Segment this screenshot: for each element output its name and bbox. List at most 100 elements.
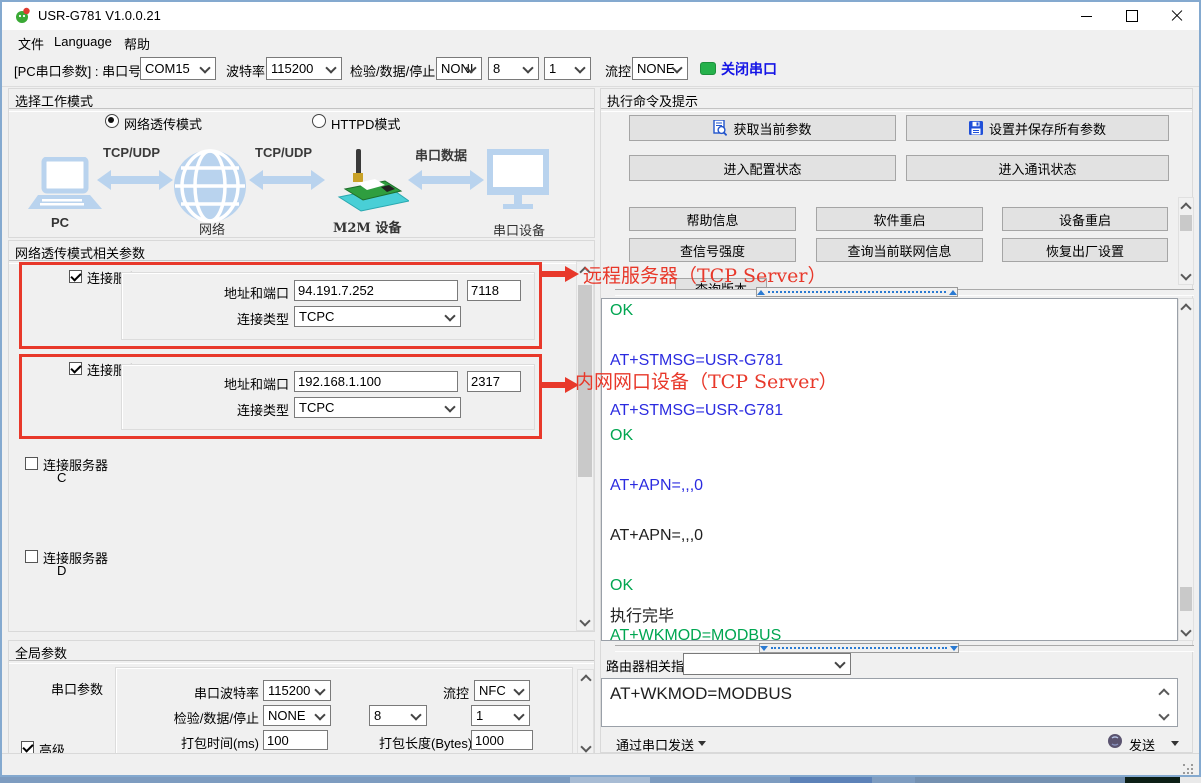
server-b-port-input[interactable]: 2317 <box>467 371 521 392</box>
scroll-up-icon[interactable] <box>1179 299 1193 315</box>
radio-transparent-mode[interactable] <box>105 114 119 128</box>
minimize-button[interactable] <box>1064 1 1109 31</box>
terminal-line: AT+APN=,,,0 <box>610 527 703 545</box>
scrollbar-thumb[interactable] <box>1180 215 1192 231</box>
scroll-down-icon[interactable] <box>1158 709 1169 720</box>
network-info-button[interactable]: 查询当前联网信息 <box>816 238 983 262</box>
dropdown-arrow-icon[interactable] <box>1171 741 1179 746</box>
triangle-up-icon <box>757 290 765 295</box>
save-params-button[interactable]: 设置并保存所有参数 <box>906 115 1169 141</box>
global-baud-select[interactable]: 115200 <box>263 680 331 701</box>
global-params-panel: 全局参数 串口参数 串口波特率 115200 流控 NFC 检验/数据/停止 N… <box>8 640 595 763</box>
help-info-button[interactable]: 帮助信息 <box>629 207 796 231</box>
close-serial-button[interactable]: 关闭串口 <box>721 59 777 79</box>
scroll-down-icon[interactable] <box>1179 268 1193 284</box>
left-right-arrow-icon <box>407 167 485 193</box>
send-sound-icon <box>1107 733 1123 749</box>
global-params-scrollbar[interactable] <box>577 669 594 757</box>
serial-open-status-icon <box>700 62 716 75</box>
scroll-up-icon[interactable] <box>1158 688 1169 699</box>
maximize-button[interactable] <box>1109 1 1154 31</box>
scrollbar-thumb[interactable] <box>1180 587 1192 611</box>
com-port-select[interactable]: COM15 <box>140 57 216 80</box>
terminal-line: OK <box>610 577 633 595</box>
signal-strength-button[interactable]: 查信号强度 <box>629 238 796 262</box>
scroll-up-icon[interactable] <box>578 670 593 686</box>
save-floppy-icon <box>969 121 983 135</box>
annotation-arrow-server-a <box>540 266 580 282</box>
data-bits-select[interactable]: 8 <box>488 57 539 80</box>
server-a-checkbox[interactable] <box>69 270 82 283</box>
command-buttons-scrollbar[interactable] <box>1178 197 1194 285</box>
serial-toolbar: [PC串口参数] : 串口号 COM15 波特率 115200 检验/数据/停止… <box>2 53 1199 87</box>
router-cmd-select[interactable] <box>683 653 851 675</box>
chevron-down-icon <box>513 709 524 720</box>
enter-config-button[interactable]: 进入配置状态 <box>629 155 896 181</box>
server-b-checkbox[interactable] <box>69 362 82 375</box>
pc-laptop-icon <box>24 157 102 215</box>
global-flow-select[interactable]: NFC <box>474 680 530 701</box>
parity-select[interactable]: NONI <box>436 57 482 80</box>
server-d-checkbox[interactable] <box>25 550 38 563</box>
menu-language[interactable]: Language <box>54 34 112 49</box>
chevron-down-icon <box>314 684 325 695</box>
scroll-down-icon[interactable] <box>1179 624 1193 640</box>
close-button[interactable] <box>1154 1 1199 31</box>
terminal-line: OK <box>610 302 633 320</box>
server-a-address-input[interactable]: 94.191.7.252 <box>294 280 458 301</box>
globe-network-icon <box>173 149 247 223</box>
radio-transparent-label[interactable]: 网络透传模式 <box>124 114 202 133</box>
radio-httpd-label[interactable]: HTTPD模式 <box>331 114 400 133</box>
at-command-terminal[interactable]: OK AT+STMSG=USR-G781 AT+STMSG=USR-G781 O… <box>601 298 1178 641</box>
scroll-up-icon[interactable] <box>1179 198 1193 214</box>
server-b-address-input[interactable]: 192.168.1.100 <box>294 371 458 392</box>
pack-len-label: 打包长度(Bytes) <box>379 733 469 752</box>
software-restart-button[interactable]: 软件重启 <box>816 207 983 231</box>
command-panel: 执行命令及提示 获取当前参数 设置并保存所有参数 进入配置状态 进入通讯状态 帮 <box>600 88 1193 753</box>
pc-node-label: PC <box>51 215 69 230</box>
chevron-down-icon <box>513 684 524 695</box>
send-button[interactable]: 发送 <box>1129 735 1155 754</box>
dropdown-arrow-icon[interactable] <box>698 741 706 746</box>
net-params-scrollbar[interactable] <box>576 261 594 631</box>
device-restart-button[interactable]: 设备重启 <box>1002 207 1168 231</box>
parity-data-stop-label: 检验/数据/停止 <box>350 61 435 80</box>
stop-bits-select[interactable]: 1 <box>544 57 591 80</box>
global-stop-bits-select[interactable]: 1 <box>471 705 530 726</box>
pack-len-input[interactable]: 1000 <box>471 730 533 750</box>
close-icon <box>1171 10 1183 22</box>
terminal-line: 执行完毕 <box>610 602 674 626</box>
server-b-type-select[interactable]: TCPC <box>294 397 461 418</box>
scrollbar-thumb[interactable] <box>578 285 592 477</box>
dotted-line <box>768 291 946 293</box>
global-parity-select[interactable]: NONE <box>263 705 331 726</box>
document-search-icon <box>713 120 727 136</box>
send-via-serial-button[interactable]: 通过串口发送 <box>616 735 694 754</box>
chevron-down-icon <box>325 62 336 73</box>
pack-time-input[interactable]: 100 <box>263 730 328 750</box>
minimize-icon <box>1081 16 1092 17</box>
server-a-type-select[interactable]: TCPC <box>294 306 461 327</box>
chevron-down-icon <box>574 62 585 73</box>
enter-comm-button[interactable]: 进入通讯状态 <box>906 155 1169 181</box>
splitter-handle[interactable] <box>756 287 958 297</box>
menu-help[interactable]: 帮助 <box>124 34 150 53</box>
radio-httpd-mode[interactable] <box>312 114 326 128</box>
chevron-down-icon <box>410 709 421 720</box>
factory-reset-button[interactable]: 恢复出厂设置 <box>1002 238 1168 262</box>
baud-select[interactable]: 115200 <box>266 57 342 80</box>
server-a-port-input[interactable]: 7118 <box>467 280 521 301</box>
splitter-handle[interactable] <box>759 643 959 653</box>
terminal-line: AT+STMSG=USR-G781 <box>610 402 783 420</box>
terminal-scrollbar[interactable] <box>1178 298 1194 641</box>
scroll-down-icon[interactable] <box>577 614 593 630</box>
flow-select[interactable]: NONE <box>632 57 688 80</box>
menu-file[interactable]: 文件 <box>18 34 44 53</box>
terminal-line: OK <box>610 427 633 445</box>
get-params-button[interactable]: 获取当前参数 <box>629 115 896 141</box>
send-input-area[interactable]: AT+WKMOD=MODBUS <box>601 678 1178 727</box>
resize-grip[interactable] <box>1183 764 1185 766</box>
server-c-checkbox[interactable] <box>25 457 38 470</box>
conn-type-label: 连接类型 <box>151 309 289 328</box>
global-data-bits-select[interactable]: 8 <box>369 705 427 726</box>
